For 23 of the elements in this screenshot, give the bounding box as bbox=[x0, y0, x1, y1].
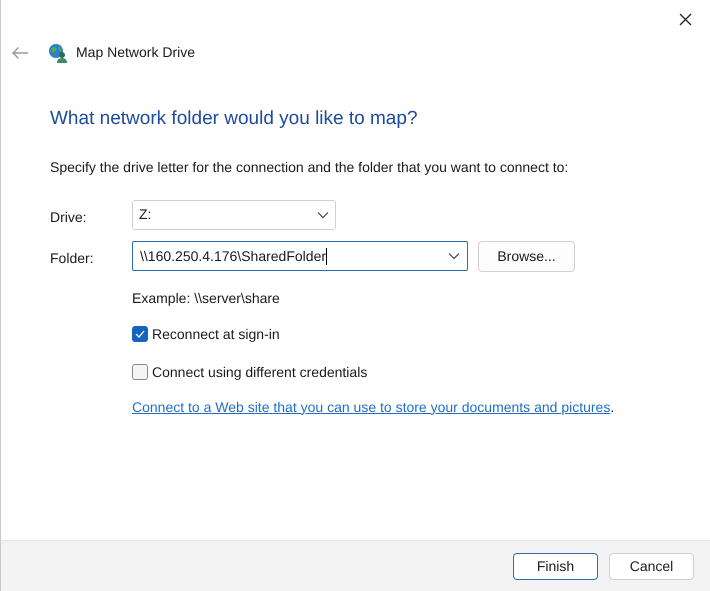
drive-dropdown[interactable]: Z: bbox=[132, 200, 336, 230]
browse-button[interactable]: Browse... bbox=[478, 240, 575, 272]
checkbox[interactable] bbox=[132, 326, 148, 342]
folder-combo-field[interactable]: \\160.250.4.176\SharedFolder bbox=[132, 241, 468, 271]
close-icon bbox=[678, 12, 692, 26]
dialog-button[interactable]: Finish bbox=[513, 552, 598, 580]
back-arrow-icon bbox=[11, 46, 29, 60]
checkbox-label: Reconnect at sign-in bbox=[152, 324, 280, 344]
link-period: . bbox=[610, 398, 614, 414]
folder-label: Folder: bbox=[50, 248, 95, 268]
window-title: Map Network Drive bbox=[76, 43, 196, 62]
description-text: Specify the drive letter for the connection and the folder that you want to connect to: bbox=[50, 158, 570, 177]
page-heading: What network folder would you like to map? bbox=[50, 107, 419, 131]
drive-label: Drive: bbox=[50, 208, 88, 227]
example-text: Example: \\server\share bbox=[132, 288, 281, 308]
chevron-down-icon bbox=[448, 252, 460, 260]
network-globe-icon bbox=[48, 42, 68, 62]
web-site-link[interactable]: Connect to a Web site that you can use to store your documents and pictures bbox=[132, 398, 610, 414]
chevron-down-icon bbox=[317, 210, 329, 218]
dialog-button[interactable]: Cancel bbox=[609, 552, 694, 580]
checkbox[interactable] bbox=[132, 364, 148, 380]
checkbox-label: Connect using different credentials bbox=[152, 362, 368, 382]
checkmark-icon bbox=[135, 330, 145, 338]
